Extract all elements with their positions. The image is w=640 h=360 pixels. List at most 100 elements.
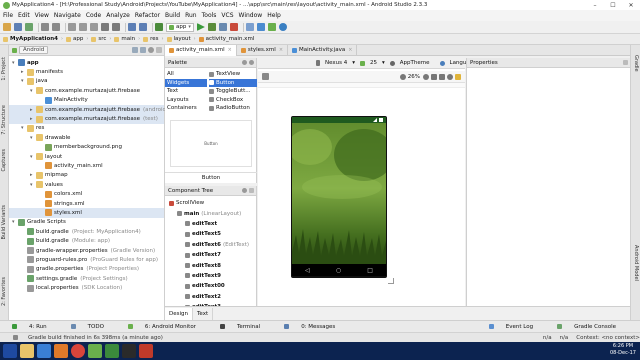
project-view-selector[interactable]: Android xyxy=(19,46,49,54)
taskbar-clock[interactable]: 6:26 PM 08-Dec-17 xyxy=(610,343,636,357)
attach-debugger-icon[interactable] xyxy=(218,23,227,31)
menu-refactor[interactable]: Refactor xyxy=(135,12,160,19)
tree-item-gradle-wrapper-properties[interactable]: gradle-wrapper.properties (Gradle Version… xyxy=(9,246,164,255)
nav-recents-icon[interactable]: □ xyxy=(367,267,373,274)
device-selector[interactable]: Nexus 4 ▾ xyxy=(316,60,355,66)
left-tab-1-project[interactable]: 1: Project xyxy=(1,57,7,81)
tool-event-log[interactable]: Event Log xyxy=(488,324,545,330)
component-edittext8[interactable]: editText8 xyxy=(165,260,256,270)
status-toggle-icon[interactable] xyxy=(13,335,18,340)
left-tab-7-structure[interactable]: 7: Structure xyxy=(1,105,7,135)
help-icon[interactable] xyxy=(278,23,287,31)
palette-category-all[interactable]: All xyxy=(165,70,207,79)
media-app-icon[interactable] xyxy=(54,344,68,358)
tree-item-mipmap[interactable]: ▸ mipmap xyxy=(9,171,164,180)
menu-code[interactable]: Code xyxy=(86,12,101,19)
run-config-selector[interactable]: app ▾ xyxy=(166,22,194,32)
component-edittext9[interactable]: editText9 xyxy=(165,271,256,281)
tab-design[interactable]: Design xyxy=(165,307,193,320)
player-app-icon[interactable] xyxy=(139,344,153,358)
editor-tab-mainactivity-java[interactable]: MainActivity.java × xyxy=(288,44,358,56)
menu-vcs[interactable]: VCS xyxy=(221,12,233,19)
breadcrumb-app[interactable]: app › xyxy=(65,36,88,42)
tool-todo[interactable]: TODO xyxy=(70,324,116,330)
breadcrumb-activity-main-xml[interactable]: activity_main.xml xyxy=(198,36,254,42)
palette-category-containers[interactable]: Containers xyxy=(165,104,207,113)
tool-0-messages[interactable]: 0: Messages xyxy=(284,324,347,330)
right-tab-android-model[interactable]: Android Model xyxy=(633,245,639,281)
tool-6-android-monitor[interactable]: 6: Android Monitor xyxy=(127,324,208,330)
menu-navigate[interactable]: Navigate xyxy=(54,12,81,19)
paste-icon[interactable] xyxy=(90,23,98,31)
forward-icon[interactable] xyxy=(139,23,147,31)
palette-category-widgets[interactable]: Widgets xyxy=(165,78,207,87)
zoom-fit-icon[interactable] xyxy=(431,73,437,80)
tree-item-local-properties[interactable]: local.properties (SDK Location) xyxy=(9,283,164,292)
properties-hide-icon[interactable] xyxy=(623,60,628,65)
zoom-out-icon[interactable] xyxy=(399,73,406,80)
tree-item-java[interactable]: ▾ java xyxy=(9,77,164,86)
tab-text[interactable]: Text xyxy=(193,307,214,320)
breadcrumb-src[interactable]: src › xyxy=(91,36,111,42)
tree-item-strings-xml[interactable]: strings.xml xyxy=(9,199,164,208)
stop-icon[interactable] xyxy=(229,23,238,31)
make-project-icon[interactable] xyxy=(155,23,163,31)
menu-help[interactable]: Help xyxy=(267,12,281,19)
left-tab-2-favorites[interactable]: 2: Favorites xyxy=(1,277,7,306)
tree-item-values[interactable]: ▾ values xyxy=(9,180,164,189)
phone-screen[interactable] xyxy=(292,117,386,276)
left-tab-build-variants[interactable]: Build Variants xyxy=(1,205,7,239)
layout-mode-icon[interactable] xyxy=(262,73,269,80)
warnings-icon[interactable] xyxy=(455,73,461,80)
start-button-icon[interactable] xyxy=(3,344,17,358)
sync-scroll-icon[interactable] xyxy=(132,47,138,53)
component-edittext7[interactable]: editText7 xyxy=(165,250,256,260)
tree-item-memberbackground-png[interactable]: memberbackground.png xyxy=(9,143,164,152)
component-tree-gear-icon[interactable] xyxy=(242,188,247,193)
replace-icon[interactable] xyxy=(112,23,120,31)
component-edittext6[interactable]: editText6 (EditText) xyxy=(165,240,256,250)
api-selector[interactable]: 25 ▾ xyxy=(360,60,385,66)
tree-item-settings-gradle[interactable]: settings.gradle (Project Settings) xyxy=(9,274,164,283)
nav-back-icon[interactable]: ◁ xyxy=(305,267,310,274)
tree-item-gradle-scripts[interactable]: ▾ Gradle Scripts xyxy=(9,218,164,227)
tree-item-res[interactable]: ▾ res xyxy=(9,124,164,133)
tree-item-com-example-murtazajutt-firebase[interactable]: ▸ com.example.murtazajutt.firebase (test) xyxy=(9,114,164,124)
chrome-app-icon[interactable] xyxy=(71,344,85,358)
zoom-in-icon[interactable] xyxy=(423,73,429,80)
resize-handle[interactable] xyxy=(388,278,394,284)
palette-gear-icon[interactable] xyxy=(249,60,254,65)
avd-manager-icon[interactable] xyxy=(245,23,254,31)
minimize-icon[interactable]: – xyxy=(586,0,604,10)
tree-item-manifests[interactable]: ▸ manifests xyxy=(9,67,164,76)
open-icon[interactable] xyxy=(3,23,11,31)
palette-item-checkbox[interactable]: CheckBox xyxy=(209,96,257,105)
tree-item-mainactivity[interactable]: MainActivity xyxy=(9,96,164,105)
menu-build[interactable]: Build xyxy=(165,12,180,19)
palette-search-icon[interactable] xyxy=(242,60,247,65)
tree-item-build-gradle[interactable]: build.gradle (Module: app) xyxy=(9,236,164,245)
terminal-app-icon[interactable] xyxy=(122,344,136,358)
menu-window[interactable]: Window xyxy=(239,12,263,19)
cut-icon[interactable] xyxy=(68,23,76,31)
tool-4-run[interactable]: 4: Run xyxy=(12,324,59,330)
close-tab-icon[interactable]: × xyxy=(348,47,352,53)
theme-selector[interactable]: AppTheme xyxy=(389,60,435,66)
nav-home-icon[interactable]: ○ xyxy=(336,267,341,274)
component-edittext5[interactable]: editText5 xyxy=(165,229,256,239)
undo-icon[interactable] xyxy=(41,23,49,31)
tree-item-gradle-properties[interactable]: gradle.properties (Project Properties) xyxy=(9,265,164,274)
breadcrumb-main[interactable]: main › xyxy=(114,36,140,42)
browser-app-icon[interactable] xyxy=(37,344,51,358)
menu-view[interactable]: View xyxy=(35,12,49,19)
tree-item-colors-xml[interactable]: colors.xml xyxy=(9,189,164,198)
menu-tools[interactable]: Tools xyxy=(202,12,217,19)
close-icon[interactable]: ✕ xyxy=(622,0,640,10)
menu-file[interactable]: File xyxy=(3,12,13,19)
back-icon[interactable] xyxy=(128,23,136,31)
hide-panel-icon[interactable] xyxy=(156,47,162,53)
tree-item-drawable[interactable]: ▾ drawable xyxy=(9,133,164,142)
close-tab-icon[interactable]: × xyxy=(228,47,232,53)
collapse-all-icon[interactable] xyxy=(140,47,146,53)
menu-analyze[interactable]: Analyze xyxy=(106,12,130,19)
